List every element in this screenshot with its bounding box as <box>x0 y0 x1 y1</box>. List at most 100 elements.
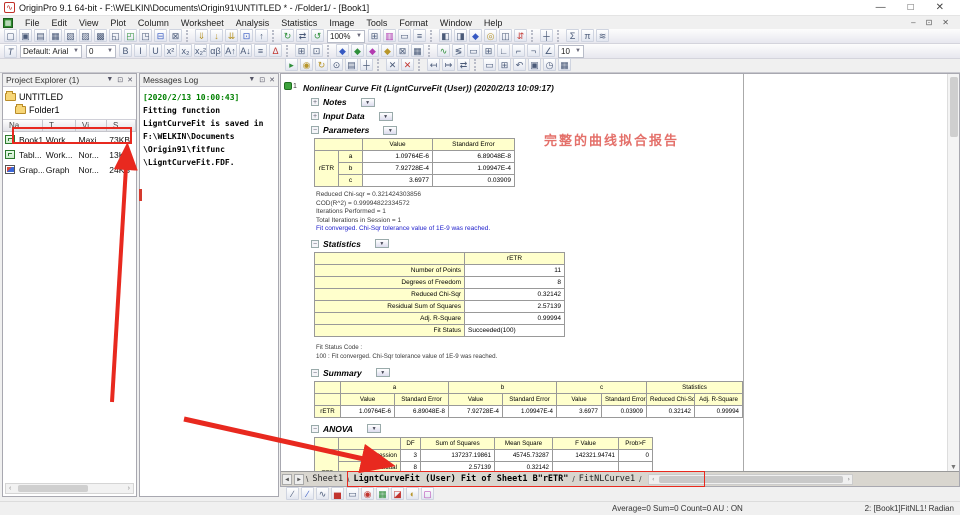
menu-column[interactable]: Column <box>132 18 175 28</box>
edge-mid-icon[interactable]: ¬ <box>527 44 540 57</box>
scroll-thumb[interactable] <box>950 77 958 137</box>
increase-font-icon[interactable]: A↑ <box>224 44 237 57</box>
results-log-icon[interactable]: ▥ <box>383 29 396 42</box>
close-button[interactable]: ✕ <box>936 2 944 13</box>
collapse-icon[interactable]: − <box>311 126 319 134</box>
zoom-out-icon[interactable]: π <box>581 29 594 42</box>
panel-menu-icon[interactable]: ▼ <box>106 76 113 84</box>
import-wizard-icon[interactable]: ⇓ <box>195 29 208 42</box>
update-origin-icon[interactable]: ⇵ <box>514 29 527 42</box>
expand-icon[interactable]: + <box>311 98 319 106</box>
messages-log-header[interactable]: Messages Log ▼ ⊡ ✕ <box>140 74 278 87</box>
mdi-minimize-button[interactable]: ‒ <box>911 18 915 27</box>
pin-report-icon[interactable]: ┼ <box>360 58 373 71</box>
draw-rect-icon[interactable]: ▭ <box>467 44 480 57</box>
scroll-down-icon[interactable]: ▼ <box>950 464 957 471</box>
section-menu-icon[interactable]: ▼ <box>367 424 381 433</box>
report-vertical-scrollbar[interactable]: ▼ <box>947 74 959 473</box>
rotate-3d-ccw-icon[interactable]: ◆ <box>336 44 349 57</box>
supersubscript-icon[interactable]: x₂² <box>194 44 207 57</box>
layer-add-icon[interactable]: ◫ <box>499 29 512 42</box>
clock-icon[interactable]: ◷ <box>543 58 556 71</box>
object-manager-icon[interactable]: ≡ <box>413 29 426 42</box>
undo-icon[interactable]: ↶ <box>513 58 526 71</box>
pe-horizontal-scrollbar[interactable]: ‹ › <box>5 483 134 494</box>
show-grid-icon[interactable]: ⊞ <box>295 44 308 57</box>
tree-item-folder1[interactable]: Folder1 <box>5 103 134 116</box>
project-explorer-header[interactable]: Project Explorer (1) ▼ ⊡ ✕ <box>3 74 136 87</box>
3d-frame-icon[interactable]: ⊠ <box>396 44 409 57</box>
tab-fitnlcurve1[interactable]: FitNLCurve1 <box>576 474 638 484</box>
table-icon[interactable]: ▦ <box>558 58 571 71</box>
run-icon[interactable]: ▸ <box>285 58 298 71</box>
decrease-font-icon[interactable]: A↓ <box>239 44 252 57</box>
close-all-icon[interactable]: ✕ <box>401 58 414 71</box>
new-workbook-icon[interactable]: ▣ <box>19 29 32 42</box>
data-reader-icon[interactable]: ◉ <box>361 487 374 500</box>
project-explorer-icon[interactable]: ⊞ <box>368 29 381 42</box>
save-project-icon[interactable]: ⊟ <box>154 29 167 42</box>
greek-icon[interactable]: αβ <box>209 44 222 57</box>
align-icon[interactable]: ≡ <box>254 44 267 57</box>
format-painter-icon[interactable]: T <box>4 45 17 58</box>
command-window-icon[interactable]: ▭ <box>398 29 411 42</box>
section-menu-icon[interactable]: ▼ <box>383 126 397 135</box>
menu-plot[interactable]: Plot <box>104 18 132 28</box>
menu-help[interactable]: Help <box>478 18 509 28</box>
pe-row-table[interactable]: Tabl... Work... Nor... 13KB <box>3 147 136 162</box>
tab-scroll-right-icon[interactable]: ▶ <box>294 474 304 485</box>
new-sheet-icon[interactable]: ▭ <box>483 58 496 71</box>
menu-view[interactable]: View <box>73 18 104 28</box>
new-layout-icon[interactable]: ▨ <box>79 29 92 42</box>
duplicate-icon[interactable]: ⇄ <box>296 29 309 42</box>
maximize-button[interactable]: □ <box>908 2 914 13</box>
draw-line-icon[interactable]: ∕ <box>286 487 299 500</box>
menu-worksheet[interactable]: Worksheet <box>175 18 230 28</box>
delete-icon[interactable]: ✕ <box>386 58 399 71</box>
tree-item-untitled[interactable]: UNTITLED <box>5 90 134 103</box>
line-width-combo[interactable]: 10▼ <box>558 45 584 58</box>
menu-statistics[interactable]: Statistics <box>275 18 323 28</box>
prev-window-icon[interactable]: ↤ <box>427 58 440 71</box>
arrange-icon[interactable]: ⇄ <box>457 58 470 71</box>
tilt-3d-icon[interactable]: ◆ <box>366 44 379 57</box>
collapse-icon[interactable]: − <box>311 425 319 433</box>
section-menu-icon[interactable]: ▼ <box>376 368 390 377</box>
window-icon[interactable]: ▢ <box>421 487 434 500</box>
rerun-analysis-icon[interactable]: ↺ <box>311 29 324 42</box>
edge-top-icon[interactable]: ⌐ <box>512 44 525 57</box>
section-menu-icon[interactable]: ▼ <box>379 112 393 121</box>
menu-file[interactable]: File <box>19 18 46 28</box>
font-combo[interactable]: Default: Arial▼ <box>20 45 82 58</box>
menu-tools[interactable]: Tools <box>360 18 393 28</box>
close-icon[interactable]: ✕ <box>269 76 275 84</box>
menu-window[interactable]: Window <box>434 18 478 28</box>
save-window-icon[interactable]: ⊡ <box>240 29 253 42</box>
code-builder-icon[interactable]: ◧ <box>439 29 452 42</box>
col-header-name[interactable]: Na... <box>3 120 43 131</box>
pe-row-book1[interactable]: Book1 Work... Maxi... 73KB <box>3 132 136 147</box>
menu-format[interactable]: Format <box>393 18 434 28</box>
superscript-icon[interactable]: x² <box>164 44 177 57</box>
edge-left-icon[interactable]: ∟ <box>497 44 510 57</box>
new-graph-icon[interactable]: ▤ <box>34 29 47 42</box>
report-horizontal-scrollbar[interactable]: ‹ › <box>648 474 853 485</box>
mask-icon[interactable]: ◪ <box>391 487 404 500</box>
scroll-thumb[interactable] <box>18 485 88 492</box>
bold-icon[interactable]: B <box>119 44 132 57</box>
color-picker-icon[interactable]: ◐ <box>406 487 419 500</box>
open-excel-icon[interactable]: ◰ <box>124 29 137 42</box>
add-left-y-axis-icon[interactable]: ┼ <box>540 29 553 42</box>
italic-icon[interactable]: I <box>134 44 147 57</box>
zoom-combo[interactable]: 100%▼ <box>327 30 365 43</box>
font-color-icon[interactable]: Δ <box>269 44 282 57</box>
new-panel-icon[interactable]: ⊞ <box>498 58 511 71</box>
recalculate-lock-icon[interactable]: 1 <box>284 82 297 90</box>
panel-menu-icon[interactable]: ▼ <box>248 76 255 84</box>
reset-3d-icon[interactable]: ◆ <box>381 44 394 57</box>
tab-scroll-left-icon[interactable]: ◀ <box>282 474 292 485</box>
minimize-button[interactable]: — <box>876 2 886 13</box>
scroll-left-icon[interactable]: ‹ <box>649 476 657 483</box>
new-matrix-icon[interactable]: ▦ <box>49 29 62 42</box>
col-header-type[interactable]: T... <box>43 120 76 131</box>
